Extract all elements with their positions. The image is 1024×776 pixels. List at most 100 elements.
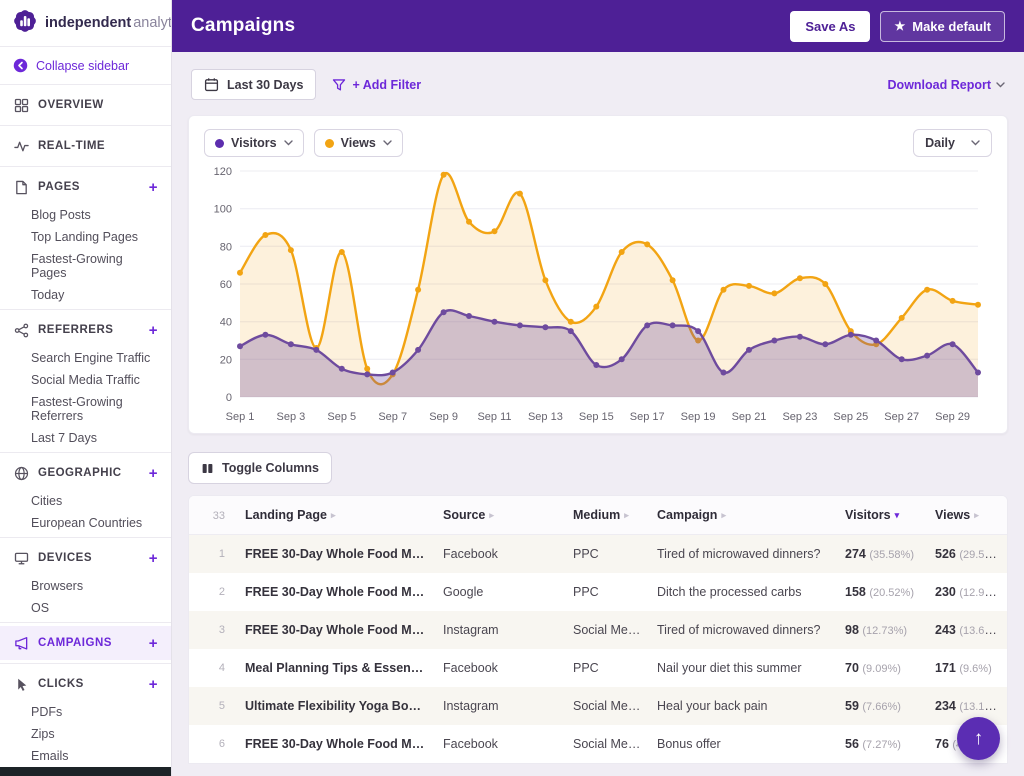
views-cell: 171 (9.6%): [927, 649, 1008, 687]
column-header-source[interactable]: Source▸: [435, 496, 565, 535]
svg-text:100: 100: [214, 204, 232, 216]
column-header-campaign[interactable]: Campaign▸: [649, 496, 837, 535]
save-as-button[interactable]: Save As: [790, 11, 870, 42]
sidebar-item-devices[interactable]: DEVICES +: [0, 541, 171, 575]
table-row[interactable]: 4Meal Planning Tips & EssentialsFacebook…: [189, 649, 1008, 687]
landing-page-cell[interactable]: FREE 30-Day Whole Food Meal Plan: [237, 725, 435, 763]
plus-icon[interactable]: +: [149, 323, 158, 338]
collapse-sidebar-button[interactable]: Collapse sidebar: [0, 47, 171, 85]
make-default-button[interactable]: ★ Make default: [880, 11, 1005, 42]
sort-icon: ▸: [721, 510, 726, 520]
table-row[interactable]: 1FREE 30-Day Whole Food Meal PlanFaceboo…: [189, 535, 1008, 574]
column-header-views[interactable]: Views▸: [927, 496, 1008, 535]
sidebar-subitem-pdfs[interactable]: PDFs: [0, 701, 171, 723]
sidebar-subitem-search-engine-traffic[interactable]: Search Engine Traffic: [0, 347, 171, 369]
landing-page-cell[interactable]: FREE 30-Day Whole Food Meal Plan: [237, 573, 435, 611]
column-header-landing-page[interactable]: Landing Page▸: [237, 496, 435, 535]
logo-icon: [12, 8, 38, 39]
sidebar-item-real-time[interactable]: REAL-TIME: [0, 129, 171, 163]
sidebar-subitem-social-media-traffic[interactable]: Social Media Traffic: [0, 369, 171, 391]
sidebar-subitem-last-7-days[interactable]: Last 7 Days: [0, 427, 171, 449]
sidebar-item-pages[interactable]: PAGES +: [0, 170, 171, 204]
views-metric-button[interactable]: Views: [314, 129, 403, 157]
sidebar-subitem-blog-posts[interactable]: Blog Posts: [0, 204, 171, 226]
sidebar-subitem-european-countries[interactable]: European Countries: [0, 512, 171, 534]
row-number: 3: [189, 611, 237, 649]
sidebar-subitem-zips[interactable]: Zips: [0, 723, 171, 745]
sidebar-item-label: DEVICES: [38, 552, 92, 564]
calendar-icon: [204, 77, 219, 92]
visitors-metric-button[interactable]: Visitors: [204, 129, 304, 157]
plus-icon[interactable]: +: [149, 677, 158, 692]
sidebar-subitem-os[interactable]: OS: [0, 597, 171, 619]
sidebar-item-label: GEOGRAPHIC: [38, 467, 122, 479]
clicks-icon: [13, 676, 29, 692]
traffic-chart-card: Visitors Views Daily 020406080100120Sep …: [188, 115, 1008, 434]
landing-page-cell[interactable]: FREE 30-Day Whole Food Meal Plan: [237, 535, 435, 574]
geographic-icon: [13, 465, 29, 481]
sort-icon: ▸: [624, 510, 629, 520]
svg-text:Sep 7: Sep 7: [378, 411, 407, 423]
sidebar-item-label: PAGES: [38, 181, 80, 193]
logo: independentanalytics: [0, 0, 171, 47]
row-number: 5: [189, 687, 237, 725]
plus-icon[interactable]: +: [149, 551, 158, 566]
sidebar-subitem-today[interactable]: Today: [0, 284, 171, 306]
plus-icon[interactable]: +: [149, 180, 158, 195]
medium-cell: Social Media: [565, 687, 649, 725]
sidebar-item-campaigns[interactable]: CAMPAIGNS+: [0, 626, 171, 660]
campaign-cell: Nail your diet this summer: [649, 649, 837, 687]
plus-icon[interactable]: +: [149, 466, 158, 481]
sidebar-item-referrers[interactable]: REFERRERS+: [0, 313, 171, 347]
sidebar-subitem-top-landing-pages[interactable]: Top Landing Pages: [0, 226, 171, 248]
table-row[interactable]: 2FREE 30-Day Whole Food Meal PlanGoogleP…: [189, 573, 1008, 611]
landing-page-cell[interactable]: Meal Planning Tips & Essentials: [237, 649, 435, 687]
views-cell: 230 (12.91%): [927, 573, 1008, 611]
sidebar-item-overview[interactable]: OVERVIEW: [0, 88, 171, 122]
medium-cell: PPC: [565, 649, 649, 687]
referrers-icon: [13, 322, 29, 338]
table-row[interactable]: 6FREE 30-Day Whole Food Meal PlanFaceboo…: [189, 725, 1008, 763]
row-number: 6: [189, 725, 237, 763]
sidebar-subitem-browsers[interactable]: Browsers: [0, 575, 171, 597]
sidebar-group-campaigns: CAMPAIGNS+: [0, 623, 171, 664]
plus-icon[interactable]: +: [149, 636, 158, 651]
collapse-icon: [13, 58, 28, 73]
source-cell: Facebook: [435, 725, 565, 763]
realtime-icon: [13, 138, 29, 154]
interval-select[interactable]: Daily: [913, 129, 992, 157]
download-report-link[interactable]: Download Report: [888, 78, 1005, 92]
landing-page-cell[interactable]: FREE 30-Day Whole Food Meal Plan: [237, 611, 435, 649]
interval-label: Daily: [925, 136, 955, 150]
date-range-button[interactable]: Last 30 Days: [191, 69, 316, 100]
landing-page-cell[interactable]: Ultimate Flexibility Yoga Bootcamp: [237, 687, 435, 725]
sidebar-item-label: OVERVIEW: [38, 99, 104, 111]
medium-cell: Social Media: [565, 611, 649, 649]
add-filter-button[interactable]: + Add Filter: [332, 78, 421, 92]
sidebar-group-real-time: REAL-TIME: [0, 126, 171, 167]
sidebar-item-geographic[interactable]: GEOGRAPHIC +: [0, 456, 171, 490]
sidebar-subitem-cities[interactable]: Cities: [0, 490, 171, 512]
toggle-columns-button[interactable]: Toggle Columns: [188, 452, 332, 484]
sort-icon: ▸: [331, 510, 336, 520]
source-cell: Google: [435, 573, 565, 611]
column-header-visitors[interactable]: Visitors▾: [837, 496, 927, 535]
sidebar-group-referrers: REFERRERS+Search Engine TrafficSocial Me…: [0, 310, 171, 453]
svg-text:Sep 17: Sep 17: [630, 411, 665, 423]
table-header-row: 33 Landing Page▸ Source▸ Medium▸ Campaig…: [189, 496, 1008, 535]
source-cell: Facebook: [435, 649, 565, 687]
medium-cell: PPC: [565, 535, 649, 574]
visitors-cell: 274 (35.58%): [837, 535, 927, 574]
table-row[interactable]: 5Ultimate Flexibility Yoga BootcampInsta…: [189, 687, 1008, 725]
scroll-to-top-button[interactable]: ↑: [957, 717, 1000, 760]
table-row[interactable]: 3FREE 30-Day Whole Food Meal PlanInstagr…: [189, 611, 1008, 649]
sidebar-subitem-fastest-growing-referrers[interactable]: Fastest-Growing Referrers: [0, 391, 171, 427]
make-default-label: Make default: [912, 19, 991, 34]
sidebar-item-label: CLICKS: [38, 678, 84, 690]
wp-admin-strip: [0, 767, 171, 776]
svg-text:Sep 13: Sep 13: [528, 411, 563, 423]
column-header-medium[interactable]: Medium▸: [565, 496, 649, 535]
sidebar-item-clicks[interactable]: CLICKS +: [0, 667, 171, 701]
sidebar-subitem-fastest-growing-pages[interactable]: Fastest-Growing Pages: [0, 248, 171, 284]
sidebar-subitem-emails[interactable]: Emails: [0, 745, 171, 767]
